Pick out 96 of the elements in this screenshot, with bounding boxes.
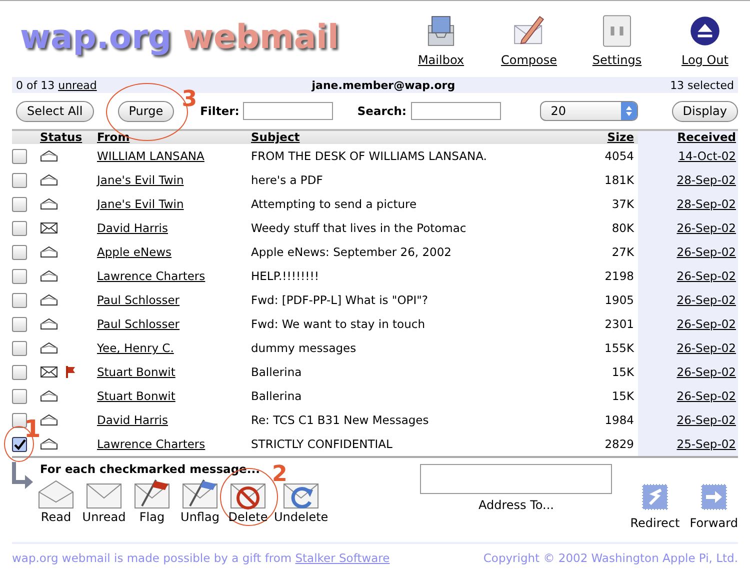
row-checkbox[interactable] <box>12 364 27 380</box>
arrow-stamp-icon <box>698 482 729 512</box>
sender-link[interactable]: Yee, Henry C. <box>97 341 174 355</box>
size-cell-text: 2301 <box>604 316 635 333</box>
row-checkbox[interactable] <box>12 172 27 188</box>
subject-cell[interactable]: Apple eNews: September 26, 2002 <box>251 240 584 264</box>
zigzag-stamp-icon <box>640 482 670 512</box>
subject-cell[interactable]: Weedy stuff that lives in the Potomac <box>251 216 584 240</box>
subject-cell[interactable]: STRICTLY CONFIDENTIAL <box>251 432 584 456</box>
action-button[interactable]: Forward <box>690 482 738 530</box>
column-header[interactable]: Size <box>584 131 638 144</box>
page-size-select[interactable]: 20 <box>540 101 638 121</box>
size-cell-text: 27K <box>610 244 635 261</box>
subject-cell[interactable]: Ballerina <box>251 384 584 408</box>
credit-text: wap.org webmail is made possible by a gift from Stalker Software <box>12 551 390 565</box>
flag-envelope-icon <box>180 478 220 510</box>
column-header[interactable]: From <box>97 131 251 144</box>
unread-link[interactable]: unread <box>58 78 97 92</box>
flag-envelope-icon <box>132 478 172 510</box>
action-button[interactable]: Flag <box>130 478 174 524</box>
action-button[interactable]: Redirect <box>630 482 680 530</box>
search-field[interactable] <box>410 102 501 120</box>
filter-label: Filter: <box>200 104 240 118</box>
subject-cell[interactable]: Re: TCS C1 B31 New Messages <box>251 408 584 432</box>
callout-number: 2 <box>272 464 288 486</box>
row-checkbox[interactable] <box>12 268 27 284</box>
sender-link[interactable]: Jane's Evil Twin <box>97 197 184 211</box>
subject-cell[interactable]: here's a PDF <box>251 168 584 192</box>
row-checkbox[interactable] <box>12 412 27 428</box>
size-cell-text: 1984 <box>604 412 635 429</box>
callout-number: 3 <box>182 88 198 110</box>
size-cell-text: 2198 <box>604 268 635 285</box>
size-cell-text: 2829 <box>604 436 635 453</box>
size-cell-text: 80K <box>610 220 635 237</box>
address-label: Address To... <box>478 498 554 512</box>
callout-number: 1 <box>24 418 41 440</box>
subject-cell[interactable]: HELP.!!!!!!!! <box>251 264 584 288</box>
row-checkbox[interactable] <box>12 388 27 404</box>
action-button[interactable]: Unflag <box>178 478 222 524</box>
copyright-text: Copyright © 2002 Washington Apple Pi, Ltd. <box>483 551 738 565</box>
webmail-logo: wap.org webmail <box>20 17 339 56</box>
subject-cell[interactable]: FROM THE DESK OF WILLIAMS LANSANA. <box>251 144 584 168</box>
subject-cell[interactable]: dummy messages <box>251 336 584 360</box>
account-email: jane.member@wap.org <box>312 78 456 92</box>
sender-link[interactable]: Paul Schlosser <box>97 317 180 331</box>
row-checkbox[interactable] <box>12 292 27 308</box>
row-checkbox[interactable] <box>12 316 27 332</box>
action-button[interactable]: Read <box>34 478 78 524</box>
sender-link[interactable]: David Harris <box>97 413 168 427</box>
size-cell-text: 37K <box>610 196 635 213</box>
size-cell-text: 155K <box>604 340 635 357</box>
column-header[interactable]: Subject <box>251 131 584 144</box>
row-checkbox[interactable] <box>12 244 27 260</box>
open-envelope-icon <box>36 478 76 510</box>
size-cell-text: 15K <box>610 388 635 405</box>
row-checkbox[interactable] <box>12 340 27 356</box>
nav-link[interactable]: Log Out <box>672 13 738 67</box>
actions-heading: For each checkmarked message... <box>40 462 260 476</box>
selected-count: 13 selected <box>670 78 734 92</box>
sender-link[interactable]: WILLIAM LANSANA <box>97 149 204 163</box>
nav-link[interactable]: Settings <box>584 13 650 67</box>
bent-arrow-icon <box>10 462 34 492</box>
subject-cell[interactable]: Ballerina <box>251 360 584 384</box>
sender-link[interactable]: Lawrence Charters <box>97 437 206 451</box>
row-checkbox[interactable] <box>12 148 27 164</box>
row-checkbox[interactable] <box>12 196 27 212</box>
sender-link[interactable]: Stuart Bonwit <box>97 389 176 403</box>
size-cell-text: 1905 <box>604 292 635 309</box>
select-all-button[interactable]: Select All <box>16 100 94 122</box>
sender-link[interactable]: Apple eNews <box>97 245 172 259</box>
filter-field[interactable] <box>243 102 334 120</box>
sender-link[interactable]: Jane's Evil Twin <box>97 173 184 187</box>
display-button[interactable]: Display <box>672 100 738 122</box>
column-header[interactable]: Status <box>40 131 97 144</box>
row-checkbox[interactable] <box>12 436 27 452</box>
address-field[interactable] <box>420 464 612 494</box>
search-label: Search: <box>357 104 407 118</box>
nav-link[interactable]: Mailbox <box>408 13 474 67</box>
column-header[interactable]: Received <box>638 131 738 144</box>
size-cell-text: 4054 <box>604 148 635 165</box>
nav-link[interactable]: Compose <box>496 13 562 67</box>
sender-link[interactable]: Paul Schlosser <box>97 293 180 307</box>
size-cell-text: 181K <box>604 172 635 189</box>
action-button[interactable]: Unread <box>82 478 126 524</box>
subject-cell[interactable]: Fwd: We want to stay in touch <box>251 312 584 336</box>
subject-cell[interactable]: Fwd: [PDF-PP-L] What is "OPI"? <box>251 288 584 312</box>
unread-count: 0 of 13 <box>16 78 55 92</box>
stepper-icon <box>624 105 633 117</box>
row-checkbox[interactable] <box>12 220 27 236</box>
action-button[interactable]: Delete <box>226 478 270 524</box>
subject-cell[interactable]: Attempting to send a picture <box>251 192 584 216</box>
purge-button[interactable]: Purge <box>118 100 174 122</box>
sender-link[interactable]: Lawrence Charters <box>97 269 206 283</box>
sender-link[interactable]: Stuart Bonwit <box>97 365 176 379</box>
sender-link[interactable]: David Harris <box>97 221 168 235</box>
size-cell-text: 15K <box>610 364 635 381</box>
